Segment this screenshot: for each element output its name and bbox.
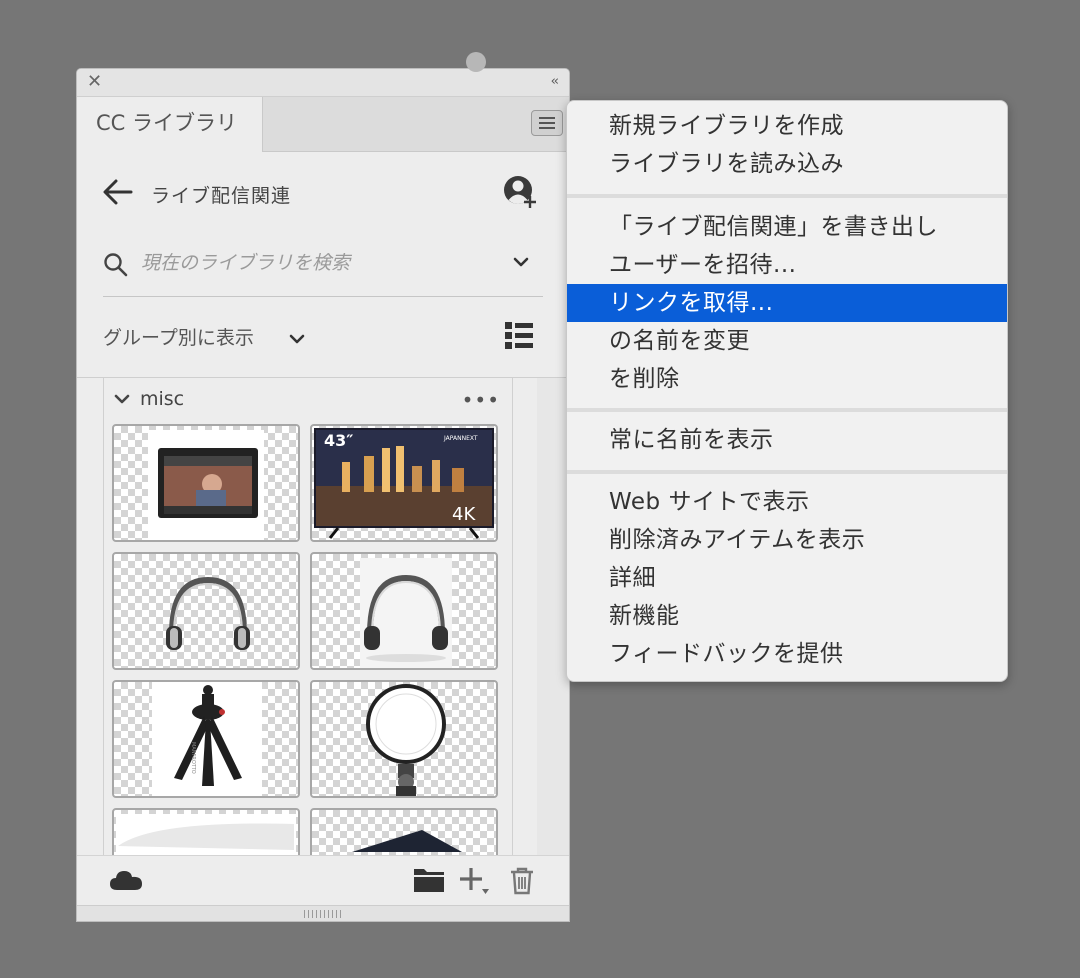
- close-icon[interactable]: ✕: [87, 72, 102, 92]
- menu-item-details[interactable]: 詳細: [567, 559, 1007, 597]
- resize-grip[interactable]: [77, 905, 569, 921]
- group-by-row: グループ別に表示: [103, 319, 533, 359]
- trash-icon[interactable]: [509, 866, 535, 896]
- list-view-icon[interactable]: [505, 321, 533, 351]
- asset-tile-headphones-2[interactable]: [310, 552, 498, 670]
- back-arrow-icon[interactable]: [101, 177, 135, 207]
- chevron-down-icon[interactable]: [114, 393, 130, 405]
- menu-item-export-library[interactable]: 「ライブ配信関連」を書き出し: [567, 208, 1007, 246]
- library-name: ライブ配信関連: [151, 185, 292, 207]
- tv-4k-label: 4K: [452, 504, 476, 525]
- tab-strip: CC ライブラリ: [77, 97, 569, 152]
- panel-flyout-menu: 新規ライブラリを作成 ライブラリを読み込み 「ライブ配信関連」を書き出し ユーザ…: [566, 100, 1008, 682]
- chevron-down-icon[interactable]: [289, 333, 305, 345]
- asset-tile-mini-tripod[interactable]: MANFROTTO: [112, 680, 300, 798]
- menu-separator: [567, 194, 1007, 198]
- asset-tile-headphones-1[interactable]: [112, 552, 300, 670]
- menu-item-give-feedback[interactable]: フィードバックを提供: [567, 635, 1007, 673]
- menu-separator: [567, 470, 1007, 474]
- panel-footer: [77, 855, 569, 906]
- tv-size-label: 43″: [324, 431, 353, 450]
- menu-item-create-library[interactable]: 新規ライブラリを作成: [567, 107, 1007, 145]
- asset-tile-ring-light[interactable]: [310, 680, 498, 798]
- scrollbar-thumb[interactable]: [466, 52, 486, 72]
- asset-tile-partial-1[interactable]: [112, 808, 300, 856]
- menu-item-get-link[interactable]: リンクを取得...: [567, 284, 1007, 322]
- library-content: misc ••• 43″ JAPANNEXT 4K MANFROTTO: [77, 377, 569, 856]
- search-bar: [103, 244, 543, 297]
- cloud-icon[interactable]: [109, 868, 143, 892]
- menu-item-whats-new[interactable]: 新機能: [567, 597, 1007, 635]
- asset-tile-partial-2[interactable]: [310, 808, 498, 856]
- search-input[interactable]: [141, 248, 471, 278]
- folder-icon[interactable]: [413, 866, 445, 894]
- asset-tile-4k-tv[interactable]: 43″ JAPANNEXT 4K: [310, 424, 498, 542]
- tab-cc-libraries[interactable]: CC ライブラリ: [77, 97, 263, 152]
- asset-tile-video-monitor[interactable]: [112, 424, 300, 542]
- add-icon[interactable]: [459, 866, 495, 896]
- group-name: misc: [140, 388, 185, 410]
- scrollbar-track[interactable]: [537, 378, 569, 856]
- library-header: ライブ配信関連: [77, 169, 569, 219]
- menu-item-delete[interactable]: を削除: [567, 360, 1007, 398]
- panel-titlebar: ✕ ‹‹: [77, 69, 569, 97]
- group-by-dropdown[interactable]: グループ別に表示: [103, 323, 254, 350]
- cc-libraries-panel: ✕ ‹‹ CC ライブラリ ライブ配信関連 グループ別に表示: [76, 68, 570, 922]
- add-user-icon[interactable]: [503, 175, 537, 209]
- asset-list: misc ••• 43″ JAPANNEXT 4K MANFROTTO: [103, 378, 513, 856]
- tripod-brand-label: MANFROTTO: [190, 742, 196, 774]
- group-header: misc •••: [114, 388, 502, 414]
- menu-item-view-on-website[interactable]: Web サイトで表示: [567, 483, 1007, 521]
- menu-separator: [567, 408, 1007, 412]
- tv-brand-label: JAPANNEXT: [443, 435, 478, 442]
- menu-item-import-library[interactable]: ライブラリを読み込み: [567, 145, 1007, 183]
- menu-item-invite-users[interactable]: ユーザーを招待...: [567, 246, 1007, 284]
- chevron-down-icon[interactable]: [513, 256, 529, 268]
- menu-item-show-deleted-items[interactable]: 削除済みアイテムを表示: [567, 521, 1007, 559]
- search-icon: [104, 253, 128, 277]
- menu-item-rename[interactable]: の名前を変更: [567, 322, 1007, 360]
- more-icon[interactable]: •••: [462, 390, 500, 410]
- hamburger-menu-icon[interactable]: [531, 110, 563, 136]
- menu-item-always-show-names[interactable]: 常に名前を表示: [567, 421, 1007, 459]
- collapse-icon[interactable]: ‹‹: [551, 74, 560, 90]
